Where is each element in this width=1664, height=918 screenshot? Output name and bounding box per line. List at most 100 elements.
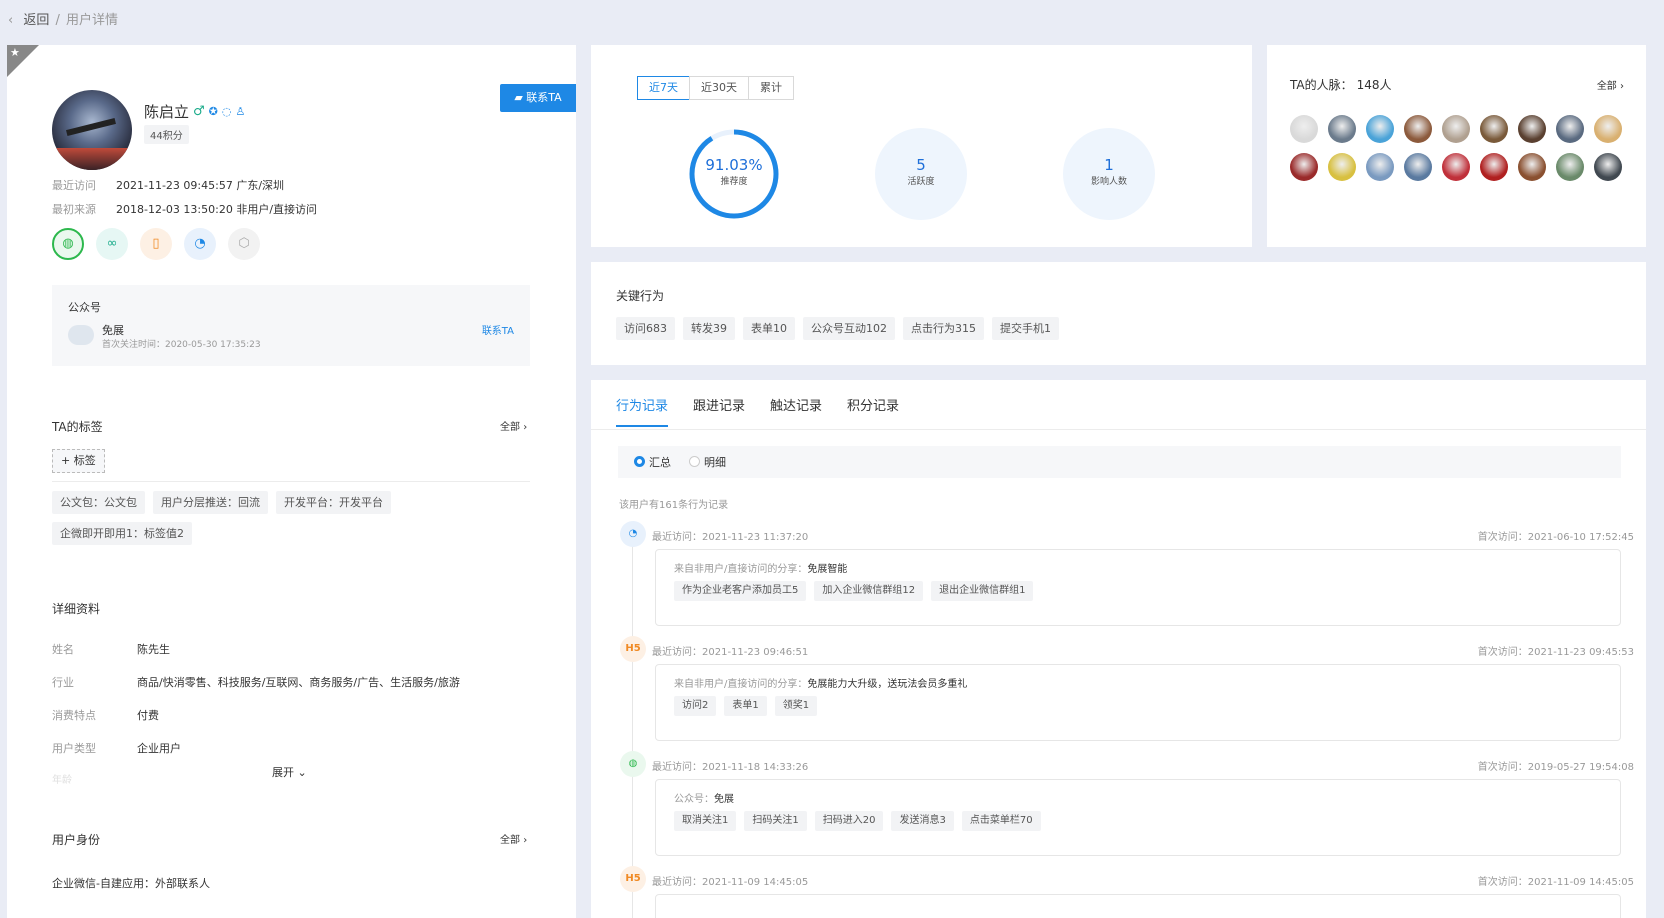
- avatar-sunset: [52, 148, 132, 170]
- identity-all-link[interactable]: 全部 ›: [500, 831, 527, 846]
- records-filter-bar: 汇总 明细: [618, 446, 1621, 478]
- record-first-visit: 首次访问：2021-06-10 17:52:45: [1477, 532, 1634, 543]
- tab-follow-records[interactable]: 跟进记录: [693, 395, 745, 427]
- channel-icons: ◍ ∞ ▯ ◔ ⬡: [52, 228, 260, 260]
- network-avatar[interactable]: [1594, 115, 1622, 143]
- network-all-link[interactable]: 全部 ›: [1597, 77, 1624, 92]
- back-chevron-icon[interactable]: ‹: [8, 13, 13, 28]
- network-avatar[interactable]: [1404, 115, 1432, 143]
- network-all-label: 全部: [1596, 81, 1617, 92]
- record-h5-icon: H5: [620, 866, 646, 892]
- influence-value: 1: [1104, 156, 1114, 174]
- record-source-label: 来自非用户/直接访问的分享：: [674, 564, 808, 575]
- record-tag: 发送消息3: [891, 811, 954, 831]
- radio-summary[interactable]: 汇总: [634, 454, 671, 470]
- tags-title: TA的标签: [52, 420, 103, 434]
- avatar-plane: [66, 118, 116, 136]
- network-avatar[interactable]: [1518, 153, 1546, 181]
- record-tag: 点击菜单栏70: [961, 811, 1041, 831]
- tags-all-link[interactable]: 全部 ›: [500, 418, 527, 433]
- network-avatar[interactable]: [1328, 153, 1356, 181]
- name-row: 陈启立 ♂ ✪ ◌ ♙: [144, 101, 245, 122]
- network-count: 148人: [1356, 78, 1392, 92]
- network-avatar[interactable]: [1404, 153, 1432, 181]
- cloud-avatar-icon: [68, 325, 94, 345]
- activity-value: 5: [916, 156, 926, 174]
- recent-visit-label: 最近访问: [52, 179, 96, 192]
- tab-cumulative[interactable]: 累计: [748, 76, 794, 100]
- network-avatar[interactable]: [1290, 153, 1318, 181]
- chevron-down-icon: ⌄: [297, 766, 307, 779]
- network-avatar[interactable]: [1366, 115, 1394, 143]
- user-name: 陈启立: [144, 103, 190, 121]
- comment-icon: ◌: [221, 105, 232, 118]
- breadcrumb-current: 用户详情: [66, 13, 119, 28]
- group-icon: ♙: [235, 105, 246, 118]
- network-avatar[interactable]: [1480, 115, 1508, 143]
- detail-key: 姓名: [52, 643, 74, 656]
- add-tag-button[interactable]: + 标签: [52, 449, 105, 473]
- cube-icon[interactable]: ⬡: [228, 228, 260, 260]
- breadcrumb: ‹ 返回 / 用户详情: [8, 9, 118, 28]
- record-visit-icon: ◔: [620, 521, 646, 547]
- radio-summary-label: 汇总: [649, 456, 671, 469]
- network-avatar[interactable]: [1290, 115, 1318, 143]
- record-header: 最近访问：2021-11-23 11:37:20 首次访问：2021-06-10 …: [652, 528, 1634, 543]
- record-first-visit: 首次访问：2021-11-09 14:45:05: [1477, 877, 1634, 888]
- activity-label: 活跃度: [907, 177, 935, 187]
- recommend-circle: 91.03% 推荐度: [688, 128, 780, 220]
- chevron-right-icon: ›: [523, 422, 528, 433]
- tag-item: 开发平台：开发平台: [276, 491, 391, 514]
- chevron-right-icon: ›: [523, 835, 528, 846]
- details-title: 详细资料: [52, 602, 101, 616]
- network-avatar[interactable]: [1366, 153, 1394, 181]
- chat-icon: ▰: [514, 91, 523, 104]
- expand-label: 展开: [272, 766, 294, 779]
- key-behavior-tag: 点击行为315: [903, 317, 984, 340]
- tab-points-records[interactable]: 积分记录: [847, 395, 899, 427]
- network-avatar[interactable]: [1556, 115, 1584, 143]
- identity-title: 用户身份: [52, 833, 101, 847]
- back-link[interactable]: 返回: [23, 13, 49, 28]
- network-avatar[interactable]: [1480, 153, 1508, 181]
- breadcrumb-sep: /: [55, 13, 60, 28]
- record-tag: 扫码关注1: [744, 811, 807, 831]
- recommend-value: 91.03%: [705, 156, 763, 174]
- record-source: 公众号：免展: [674, 790, 1602, 805]
- record-recent-visit: 最近访问：2021-11-09 14:45:05: [652, 877, 809, 888]
- network-avatar[interactable]: [1442, 153, 1470, 181]
- expand-link[interactable]: 展开 ⌄: [272, 764, 307, 780]
- tab-reach-records[interactable]: 触达记录: [770, 395, 822, 427]
- key-behavior-tag: 提交手机1: [992, 317, 1059, 340]
- network-avatar[interactable]: [1328, 115, 1356, 143]
- network-avatar[interactable]: [1556, 153, 1584, 181]
- wechat-icon[interactable]: ◍: [52, 228, 84, 260]
- avatar: [52, 90, 132, 170]
- official-account-title: 公众号: [68, 301, 101, 314]
- network-title: TA的人脉：: [1290, 78, 1353, 92]
- contact-ta-label: 联系TA: [526, 91, 562, 104]
- tags-divider: [52, 481, 530, 482]
- network-avatar[interactable]: [1442, 115, 1470, 143]
- network-avatars: [1290, 115, 1630, 181]
- record-tag: 退出企业微信群组1: [931, 581, 1034, 601]
- official-account-contact-link[interactable]: 联系TA: [482, 322, 514, 337]
- radio-detail[interactable]: 明细: [689, 454, 726, 470]
- records-tabs: 行为记录 跟进记录 触达记录 积分记录: [616, 395, 899, 427]
- visit-icon[interactable]: ◔: [184, 228, 216, 260]
- record-recent-visit: 最近访问：2021-11-23 09:46:51: [652, 647, 809, 658]
- link-icon[interactable]: ∞: [96, 228, 128, 260]
- network-avatar[interactable]: [1518, 115, 1546, 143]
- tags-all-label: 全部: [500, 422, 520, 433]
- tab-7days[interactable]: 近7天: [637, 76, 690, 100]
- record-source: 来自非用户/直接访问的分享：免展智能: [674, 560, 1602, 575]
- contact-ta-button[interactable]: ▰ 联系TA: [500, 84, 576, 112]
- network-avatar[interactable]: [1594, 153, 1622, 181]
- record-tag: 作为企业老客户添加员工5: [674, 581, 807, 601]
- tab-behavior-records[interactable]: 行为记录: [616, 395, 669, 427]
- tab-30days[interactable]: 近30天: [689, 76, 749, 100]
- detail-key: 用户类型: [52, 742, 96, 755]
- mobile-icon[interactable]: ▯: [140, 228, 172, 260]
- record-source: 来自非用户/直接访问的分享：免展能力大升级，送玩法会员多重礼: [674, 675, 1602, 690]
- record-source-value: 免展智能: [807, 564, 848, 575]
